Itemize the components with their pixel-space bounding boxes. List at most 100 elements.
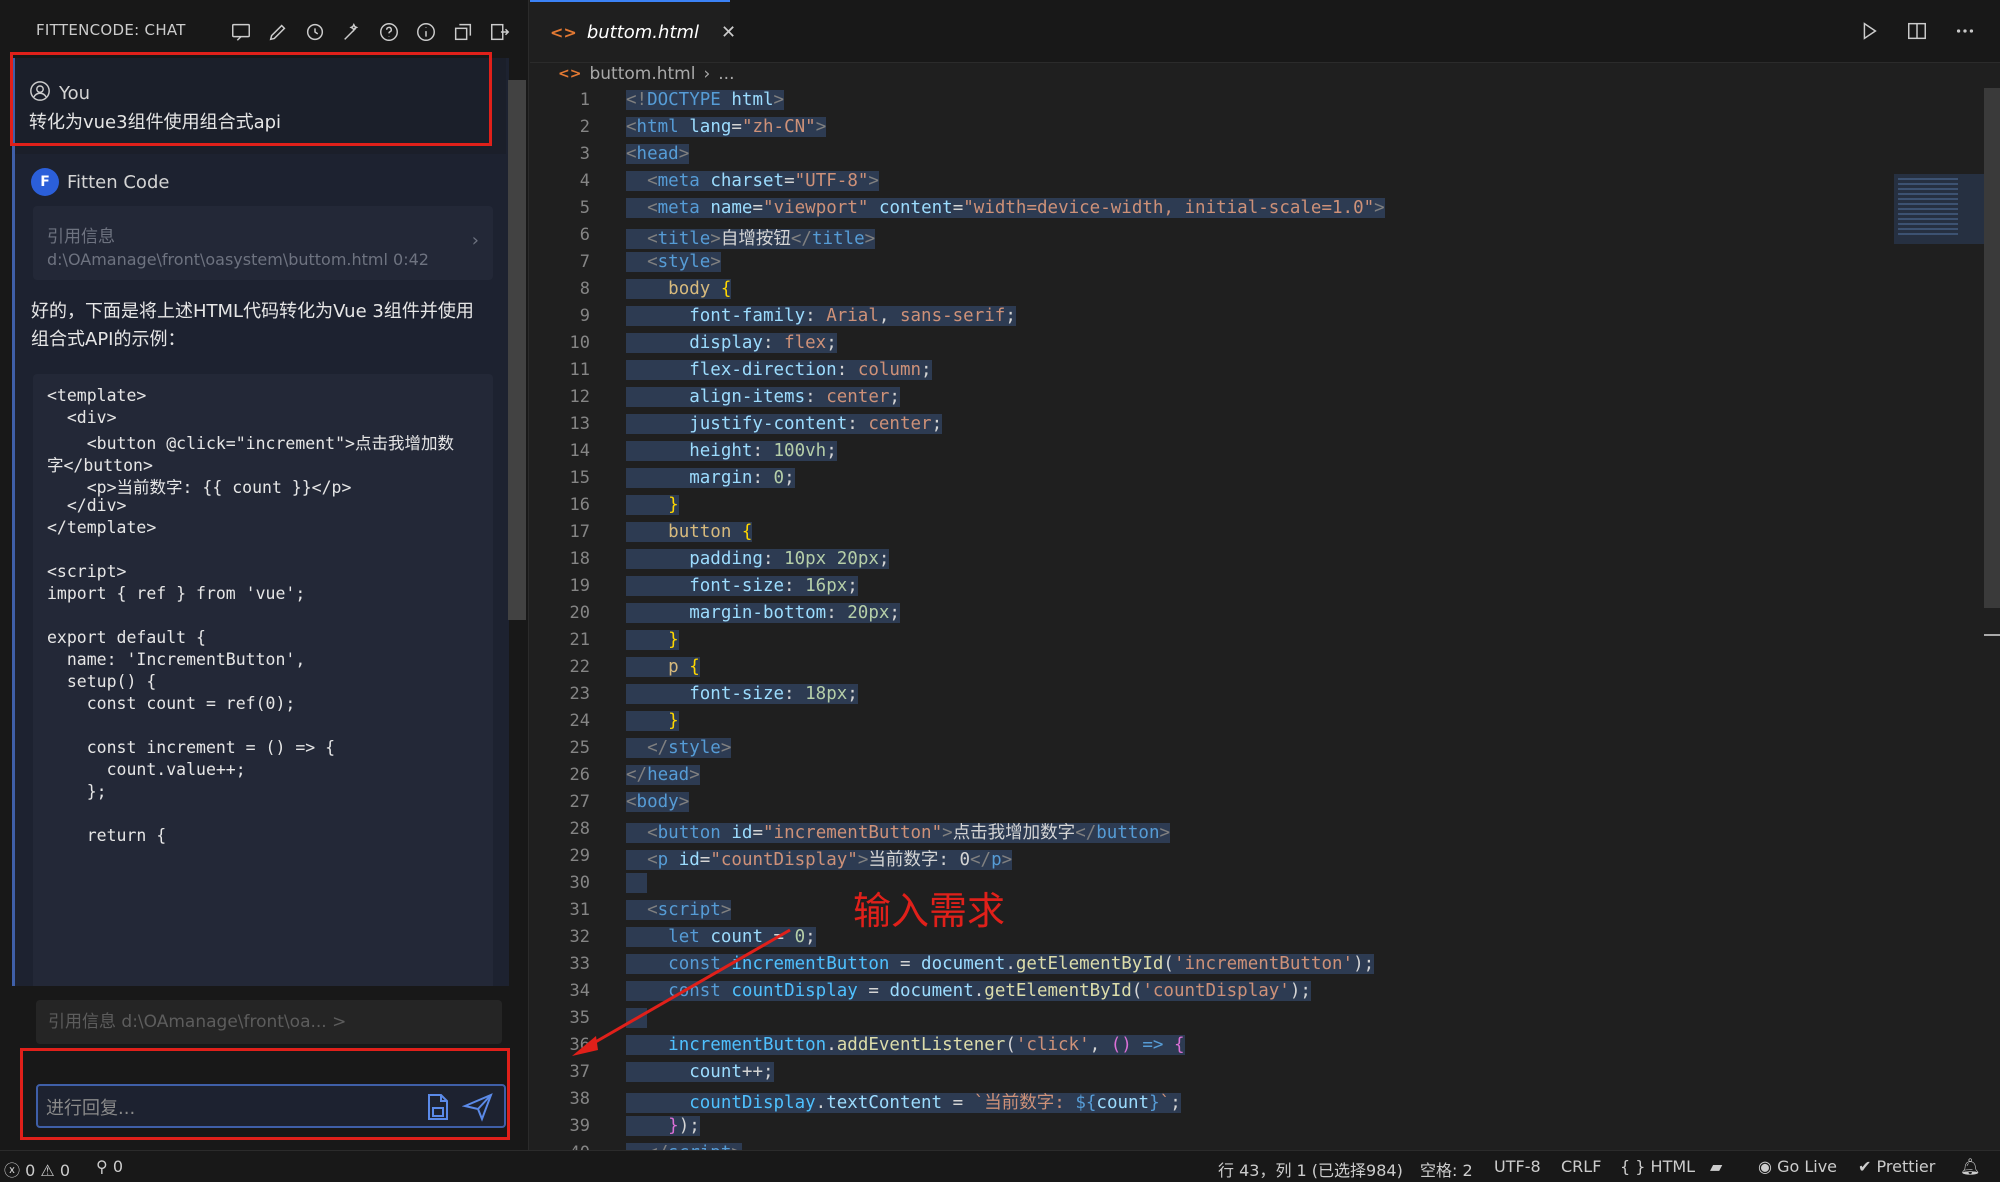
- code-line: </head>: [626, 765, 700, 785]
- go-live-button[interactable]: ◉ Go Live: [1758, 1157, 1837, 1176]
- line-number: 21: [569, 630, 590, 650]
- bell-icon[interactable]: 🔔︎: [1960, 1157, 1980, 1176]
- language-mode[interactable]: { } HTML: [1620, 1157, 1695, 1176]
- tab-buttom-html[interactable]: <> buttom.html ✕: [530, 0, 736, 62]
- line-number: 9: [579, 306, 590, 326]
- line-number: 30: [569, 873, 590, 893]
- code-line: let count = 0;: [626, 927, 816, 947]
- fitten-logo-icon: F: [31, 168, 59, 196]
- code-line: <p id="countDisplay">当前数字: 0</p>: [626, 846, 1013, 871]
- code-line: <div>: [47, 408, 117, 427]
- problems-indicator[interactable]: ⓧ 0 ⚠ 0: [4, 1157, 70, 1181]
- code-line: <head>: [626, 144, 690, 164]
- breadcrumb: <> buttom.html › ...: [558, 60, 734, 88]
- prettier-status[interactable]: ✔ Prettier: [1858, 1157, 1935, 1176]
- line-number: 7: [579, 252, 590, 272]
- status-bar: ⓧ 0 ⚠ 0 ⚲ 0 行 43，列 1 (已选择984) 空格: 2 UTF-…: [0, 1150, 2000, 1182]
- bot-header: F Fitten Code: [31, 168, 169, 196]
- code-line: <title>自增按钮</title>: [626, 225, 876, 250]
- warning-icon: ⚠: [40, 1161, 55, 1180]
- line-number: 28: [569, 819, 590, 839]
- annotation-box-input: [20, 1048, 510, 1140]
- copy-window-icon[interactable]: [450, 19, 475, 44]
- code-line: setup() {: [47, 672, 157, 691]
- chat-sidebar: FITTENCODE: CHAT You 转化为vue3组件使用组合式api F…: [0, 0, 529, 1150]
- line-number: 35: [569, 1008, 590, 1028]
- code-line: font-size: 16px;: [626, 576, 858, 596]
- more-actions-icon[interactable]: [1952, 18, 1978, 44]
- line-number: 11: [569, 360, 590, 380]
- end-of-line[interactable]: CRLF: [1561, 1157, 1601, 1176]
- close-icon[interactable]: ✕: [721, 22, 736, 43]
- chat-messages[interactable]: You 转化为vue3组件使用组合式api F Fitten Code 引用信息…: [12, 58, 509, 986]
- line-number: 32: [569, 927, 590, 947]
- code-line: button {: [626, 522, 753, 542]
- line-number: 5: [579, 198, 590, 218]
- code-line: <html lang="zh-CN">: [626, 117, 827, 137]
- sidebar-scrollbar[interactable]: [508, 80, 526, 620]
- line-number: 14: [569, 441, 590, 461]
- code-line: <style>: [626, 252, 721, 272]
- new-chat-icon[interactable]: [228, 19, 253, 44]
- history-icon[interactable]: [302, 19, 327, 44]
- line-number: 10: [569, 333, 590, 353]
- line-number: 25: [569, 738, 590, 758]
- code-line: </style>: [626, 738, 732, 758]
- braces-icon: { }: [1620, 1157, 1646, 1176]
- reference-chip[interactable]: 引用信息 d:\OAmanage\front\oa... >: [36, 1000, 502, 1044]
- line-number: 29: [569, 846, 590, 866]
- code-line: count.value++;: [47, 760, 246, 779]
- ports-indicator[interactable]: ⚲ 0: [96, 1157, 123, 1176]
- breadcrumb-more[interactable]: ...: [718, 64, 734, 84]
- code-line: <script>: [47, 562, 127, 581]
- code-line: [626, 873, 648, 893]
- line-number: 40: [530, 1143, 590, 1150]
- code-line: return {: [47, 826, 167, 845]
- code-line: justify-content: center;: [626, 414, 943, 434]
- code-area[interactable]: 1 2 3 4 5 6 7 8 9 10 11 12 13 14 15 16 1…: [530, 88, 2000, 1150]
- editor-tabbar: <> buttom.html ✕: [530, 0, 2000, 63]
- code-line: };: [47, 782, 107, 801]
- reference-card[interactable]: 引用信息 d:\OAmanage\front\oasystem\buttom.h…: [33, 206, 493, 280]
- info-icon[interactable]: [413, 19, 438, 44]
- editor-scrollbar[interactable]: [1984, 88, 2000, 608]
- code-line: align-items: center;: [626, 387, 900, 407]
- code-line: }: [626, 630, 679, 650]
- code-line: font-size: 18px;: [626, 684, 858, 704]
- code-line: margin: 0;: [626, 468, 795, 488]
- html-file-icon: <>: [550, 22, 577, 42]
- line-number: 31: [569, 900, 590, 920]
- code-line: const count = ref(0);: [47, 694, 296, 713]
- code-line: <template>: [47, 386, 147, 405]
- breadcrumb-file[interactable]: buttom.html: [589, 64, 695, 84]
- line-number: 12: [569, 387, 590, 407]
- code-line: 字</button>: [47, 456, 153, 475]
- code-line: export default {: [47, 628, 206, 647]
- indentation[interactable]: 空格: 2: [1420, 1157, 1473, 1181]
- code-line: display: flex;: [626, 333, 837, 353]
- reference-path: d:\OAmanage\front\oasystem\buttom.html 0…: [47, 250, 429, 269]
- edit-icon[interactable]: [265, 19, 290, 44]
- code-line: <meta charset="UTF-8">: [626, 171, 879, 191]
- line-number: 38: [569, 1089, 590, 1109]
- code-line: </div>: [47, 496, 127, 515]
- split-editor-icon[interactable]: [1904, 18, 1930, 44]
- bot-name: Fitten Code: [67, 171, 170, 193]
- fitten-status-icon[interactable]: ▰: [1710, 1157, 1722, 1176]
- help-icon[interactable]: [376, 19, 401, 44]
- run-icon[interactable]: [1856, 18, 1882, 44]
- line-number: 16: [569, 495, 590, 515]
- line-number: 4: [579, 171, 590, 191]
- code-line: <meta name="viewport" content="width=dev…: [626, 198, 1385, 218]
- cursor-position[interactable]: 行 43，列 1 (已选择984): [1218, 1157, 1403, 1181]
- minimap[interactable]: [1894, 174, 1984, 244]
- line-number: 13: [569, 414, 590, 434]
- encoding[interactable]: UTF-8: [1494, 1157, 1541, 1176]
- exit-panel-icon[interactable]: [487, 19, 512, 44]
- code-line: body {: [626, 279, 732, 299]
- line-number: 20: [569, 603, 590, 623]
- scrollbar-cursor-marker: [1984, 634, 2000, 636]
- tab-label: buttom.html: [586, 21, 700, 43]
- magic-wand-icon[interactable]: [339, 19, 364, 44]
- code-editor: <> buttom.html ✕ <> buttom.html › ... 1 …: [530, 0, 2000, 1150]
